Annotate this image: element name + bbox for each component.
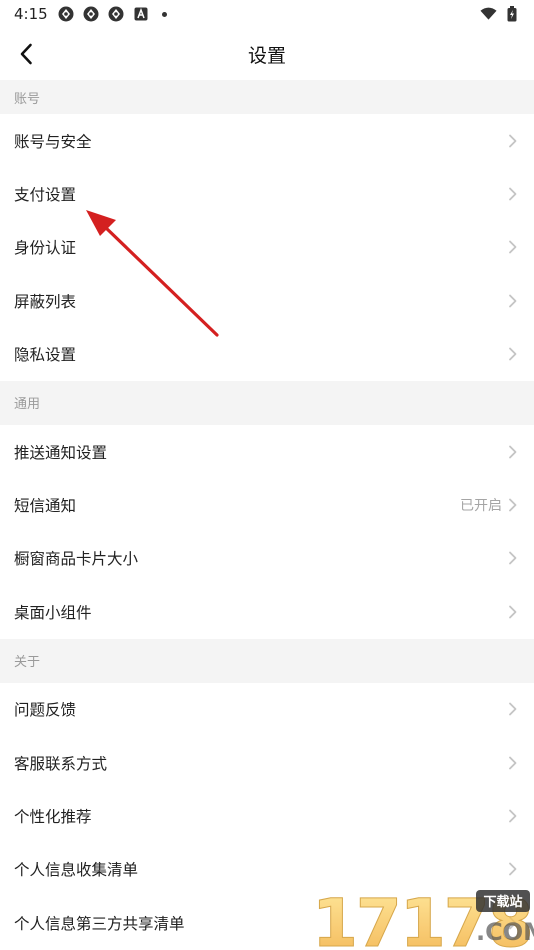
battery-icon (503, 6, 520, 23)
settings-item-label: 屏蔽列表 (14, 292, 77, 311)
item-right (508, 551, 518, 565)
chevron-right-icon (509, 809, 517, 823)
wifi-icon (480, 6, 497, 23)
back-button[interactable] (12, 40, 40, 68)
chevron-right-icon (509, 605, 517, 619)
item-right (508, 445, 518, 459)
status-bar-left: 4:15 (14, 5, 167, 23)
chevron-right-icon (509, 187, 517, 201)
item-right (508, 134, 518, 148)
app-icon (58, 6, 75, 23)
item-right (508, 605, 518, 619)
item-right: 已开启 (460, 495, 518, 515)
chevron-right-icon (509, 294, 517, 308)
title-bar: 设置 (0, 28, 534, 80)
settings-item-label: 隐私设置 (14, 346, 77, 365)
settings-item-label: 账号与安全 (14, 132, 92, 151)
item-right (508, 187, 518, 201)
section-header-general: 通用 (0, 380, 534, 425)
item-right (508, 294, 518, 308)
status-bar: 4:15 (0, 0, 534, 28)
settings-item-block-list[interactable]: 屏蔽列表 (0, 274, 534, 328)
settings-item-label: 个性化推荐 (14, 807, 92, 826)
settings-item-label: 身份认证 (14, 239, 77, 258)
settings-item-identity[interactable]: 身份认证 (0, 220, 534, 275)
chevron-right-icon (509, 347, 517, 361)
settings-item-card-size[interactable]: 橱窗商品卡片大小 (0, 531, 534, 586)
section-header-label: 账号 (14, 91, 41, 107)
settings-list: 账号 账号与安全 支付设置 身份认证 屏蔽列表 隐私设置 通用 推送通知设置 短… (0, 80, 534, 950)
svg-text:.COM: .COM (476, 918, 534, 946)
chevron-right-icon (509, 498, 517, 512)
settings-item-label: 橱窗商品卡片大小 (14, 550, 139, 569)
settings-item-desktop-widget[interactable]: 桌面小组件 (0, 585, 534, 639)
chevron-right-icon (509, 241, 517, 254)
svg-text:下载站: 下载站 (483, 894, 522, 910)
settings-item-customer-service[interactable]: 客服联系方式 (0, 735, 534, 790)
chevron-right-icon (509, 862, 517, 876)
item-right (508, 862, 518, 876)
app-icon (83, 6, 100, 23)
watermark-logo: 17178 下载站 .COM (312, 886, 534, 950)
chevron-left-icon (20, 43, 32, 65)
section-header-account: 账号 (0, 80, 534, 114)
item-right (508, 240, 518, 254)
settings-item-payment[interactable]: 支付设置 (0, 167, 534, 221)
status-value: 已开启 (460, 498, 502, 515)
status-bar-right (480, 6, 520, 23)
page-title: 设置 (247, 44, 286, 67)
item-right (508, 702, 518, 716)
settings-item-account-security[interactable]: 账号与安全 (0, 114, 534, 168)
section-header-label: 关于 (14, 655, 41, 671)
settings-item-label: 客服联系方式 (14, 754, 108, 773)
settings-item-label: 短信通知 (14, 497, 77, 516)
settings-item-label: 个人信息第三方共享清单 (14, 914, 185, 933)
item-right (508, 756, 518, 770)
status-time: 4:15 (14, 5, 48, 23)
settings-item-label: 问题反馈 (14, 701, 77, 720)
settings-item-feedback[interactable]: 问题反馈 (0, 682, 534, 736)
chevron-right-icon (509, 552, 517, 565)
settings-item-label: 桌面小组件 (14, 603, 92, 622)
settings-item-label: 个人信息收集清单 (14, 861, 139, 880)
settings-item-personalized-recommendation[interactable]: 个性化推荐 (0, 789, 534, 843)
settings-item-privacy[interactable]: 隐私设置 (0, 327, 534, 381)
chevron-right-icon (509, 445, 517, 459)
chevron-right-icon (509, 702, 517, 716)
item-right (508, 347, 518, 361)
settings-item-sms-notifications[interactable]: 短信通知 已开启 (0, 478, 534, 532)
app-icon (108, 6, 125, 23)
notification-dot-icon (161, 11, 167, 17)
settings-item-label: 支付设置 (14, 186, 77, 205)
chevron-right-icon (509, 756, 517, 769)
settings-item-label: 推送通知设置 (14, 443, 108, 462)
section-header-about: 关于 (0, 638, 534, 683)
chevron-right-icon (509, 134, 517, 148)
a-icon (133, 6, 150, 23)
section-header-label: 通用 (14, 397, 41, 413)
item-right (508, 809, 518, 823)
settings-item-push-notifications[interactable]: 推送通知设置 (0, 424, 534, 479)
